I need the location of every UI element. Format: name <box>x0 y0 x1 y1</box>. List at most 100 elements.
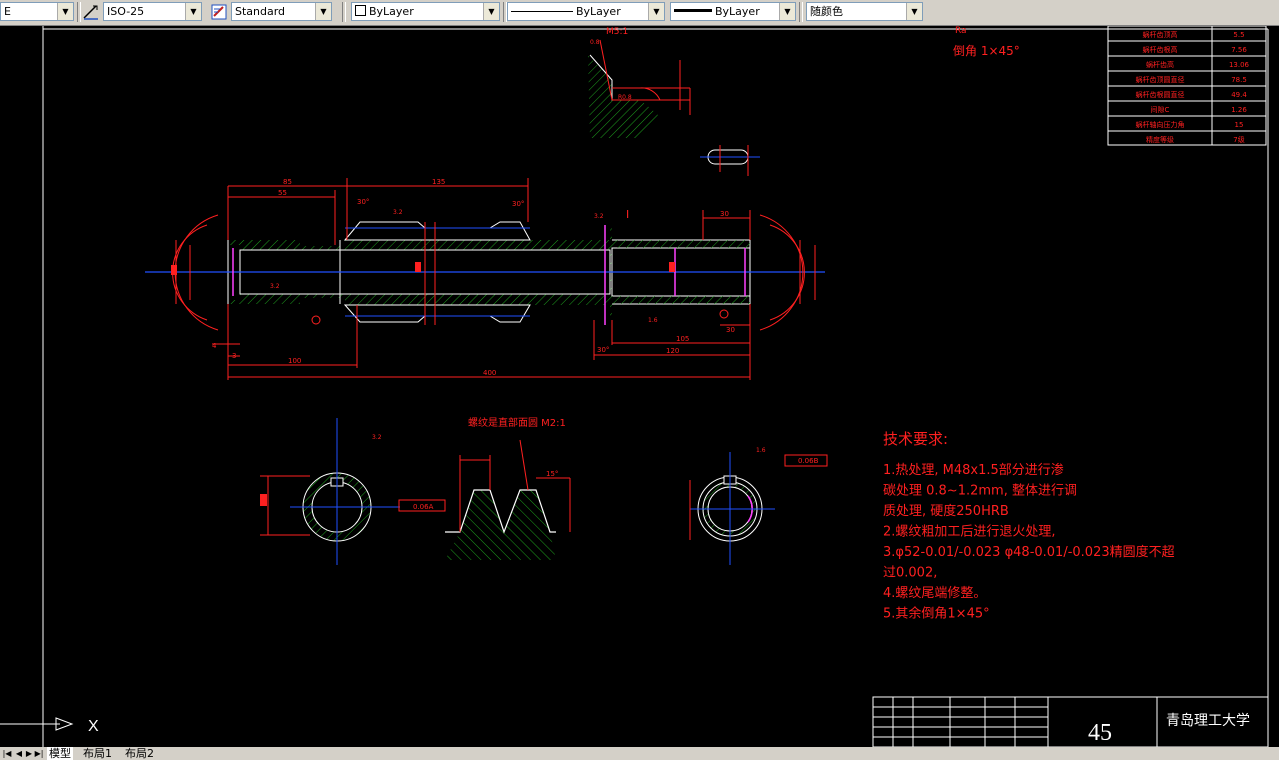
chevron-down-icon[interactable]: ▼ <box>648 3 664 20</box>
param-value: 7.56 <box>1231 46 1247 54</box>
dim-135: 135 <box>432 178 445 186</box>
dim-30-bottom: 30 <box>726 326 735 334</box>
plotstyle-combo-value: 随颜色 <box>810 5 843 18</box>
drawing-canvas[interactable]: M5:1 0.8 R0.8 倒角 1×45° Ra 蜗杆齿顶高 5.5 蜗杆齿根高 7… <box>0 26 1279 747</box>
chevron-down-icon[interactable]: ▼ <box>315 3 331 20</box>
tab-layout1[interactable]: 布局1 <box>81 747 114 760</box>
first-tab-icon[interactable]: |◀ <box>2 747 12 760</box>
angle-30-left: 30° <box>357 198 369 206</box>
tech-req-line: 1.热处理, M48x1.5部分进行渗 <box>883 463 1064 478</box>
layer-combo-value: E <box>4 5 11 18</box>
param-name: 间隙C <box>1151 105 1170 114</box>
shaft-main-view: 85 55 135 30 30° 30° I 3.2 3.2 3.2 1.6 1… <box>145 178 825 380</box>
angle-15: 15° <box>546 470 558 478</box>
dim-30: 30 <box>720 210 729 218</box>
param-name: 蜗杆轴向压力角 <box>1136 120 1185 129</box>
lineweight-combo[interactable]: ByLayer ▼ <box>670 2 796 21</box>
tech-req-line: 2.螺纹粗加工后进行退火处理, <box>883 525 1056 540</box>
dim-85: 85 <box>283 178 292 186</box>
param-value: 7级 <box>1233 135 1244 144</box>
tech-req-line: 质处理, 硬度250HRB <box>883 503 1009 519</box>
dimension-style-icon[interactable] <box>82 3 100 21</box>
tech-req-line: 碳处理 0.8~1.2mm, 整体进行调 <box>883 484 1077 499</box>
lineweight-combo-value: ByLayer <box>715 5 760 18</box>
parameter-table: 蜗杆齿顶高 5.5 蜗杆齿根高 7.56 蜗杆齿高 13.06 蜗杆齿顶圆直径 78.5 蜗杆齿… <box>1107 26 1267 146</box>
section-view-left: 0.06A 3.2 <box>260 418 446 565</box>
svg-text:Ra: Ra <box>955 26 967 36</box>
layer-combo[interactable]: E ▼ <box>0 2 74 21</box>
toolbar-separator <box>77 2 81 22</box>
dim-3: 3 <box>232 352 236 360</box>
param-value: 15 <box>1235 121 1244 129</box>
next-tab-icon[interactable]: ▶ <box>24 747 34 760</box>
linetype-combo[interactable]: ByLayer ▼ <box>507 2 665 21</box>
color-combo[interactable]: ByLayer ▼ <box>351 2 500 21</box>
thread-profile-detail: 螺纹是直部面圆 M2:1 15° <box>445 416 571 560</box>
roughness-16-a: 1.6 <box>648 317 658 324</box>
dim-120: 120 <box>666 347 679 355</box>
tech-req-line: 4.螺纹尾端修整。 <box>883 586 986 601</box>
prev-tab-icon[interactable]: ◀ <box>14 747 24 760</box>
textstyle-combo[interactable]: Standard ▼ <box>231 2 332 21</box>
dim-4: 4 <box>212 342 217 350</box>
chevron-down-icon[interactable]: ▼ <box>779 3 795 20</box>
chamfer-note: 倒角 1×45° <box>953 44 1020 58</box>
color-combo-value: ByLayer <box>369 5 414 18</box>
color-swatch-icon <box>355 5 366 16</box>
param-name: 蜗杆齿顶圆直径 <box>1136 75 1185 84</box>
detail-view-i: M5:1 0.8 R0.8 <box>588 27 691 138</box>
plotstyle-combo[interactable]: 随颜色 ▼ <box>806 2 923 21</box>
tech-req-line: 3.φ52-0.01/-0.023 φ48-0.01/-0.023精圆度不超 <box>883 544 1175 560</box>
param-value: 13.06 <box>1229 61 1250 69</box>
toolbar-separator <box>342 2 346 22</box>
detail-mark-i: I <box>626 208 629 221</box>
school-name: 青岛理工大学 <box>1166 713 1250 729</box>
last-tab-icon[interactable]: ▶| <box>34 747 44 760</box>
tab-layout2[interactable]: 布局2 <box>123 747 156 760</box>
tech-req-title: 技术要求: <box>883 430 948 448</box>
chevron-down-icon[interactable]: ▼ <box>185 3 201 20</box>
param-name: 蜗杆齿根圆直径 <box>1136 90 1185 99</box>
roughness-32-a: 3.2 <box>393 209 403 216</box>
drawing-number: 45 <box>1088 720 1112 746</box>
param-name: 精度等级 <box>1146 135 1174 144</box>
roughness-32-c: 3.2 <box>270 283 280 290</box>
section-view-right: 0.06B 1.6 <box>689 447 828 565</box>
chevron-down-icon[interactable]: ▼ <box>906 3 922 20</box>
roughness-32-d: 3.2 <box>372 434 382 441</box>
scale-label: M5:1 <box>606 27 628 37</box>
layout-tab-bar: |◀ ◀ ▶ ▶| 模型 布局1 布局2 <box>0 747 1279 760</box>
key-symbol <box>700 145 760 176</box>
chevron-down-icon[interactable]: ▼ <box>57 3 73 20</box>
dim-400: 400 <box>483 369 496 377</box>
technical-requirements: 技术要求: 1.热处理, M48x1.5部分进行渗碳处理 0.8~1.2mm, … <box>883 430 1175 622</box>
lineweight-preview-icon <box>674 9 712 12</box>
roughness-16-b: 1.6 <box>756 447 766 454</box>
svg-text:R0.8: R0.8 <box>618 94 632 101</box>
angle-30-right: 30° <box>512 200 524 208</box>
text-style-icon[interactable] <box>210 3 228 21</box>
linetype-combo-value: ByLayer <box>576 5 621 18</box>
param-value: 49.4 <box>1231 91 1247 99</box>
dim-100: 100 <box>288 357 301 365</box>
linetype-preview-icon <box>511 11 573 12</box>
tab-model[interactable]: 模型 <box>47 747 73 760</box>
param-value: 5.5 <box>1233 31 1244 39</box>
param-value: 1.26 <box>1231 106 1247 114</box>
tech-req-line: 5.其余倒角1×45° <box>883 606 990 622</box>
svg-text:0.8: 0.8 <box>590 39 600 46</box>
dim-105: 105 <box>676 335 689 343</box>
param-name: 蜗杆齿顶高 <box>1143 30 1178 39</box>
textstyle-combo-value: Standard <box>235 5 286 18</box>
angle-30-bottom: 30° <box>597 346 609 354</box>
drawing-svg: M5:1 0.8 R0.8 倒角 1×45° Ra 蜗杆齿顶高 5.5 蜗杆齿根高 7… <box>0 26 1269 747</box>
ucs-x-label: X <box>88 718 99 735</box>
section-title: 螺纹是直部面圆 M2:1 <box>468 416 566 429</box>
tolerance-frame-a: 0.06A <box>413 503 434 511</box>
param-name: 蜗杆齿根高 <box>1143 45 1178 54</box>
title-block: 45 青岛理工大学 <box>872 696 1269 747</box>
chevron-down-icon[interactable]: ▼ <box>483 3 499 20</box>
dimstyle-combo[interactable]: ISO-25 ▼ <box>103 2 202 21</box>
param-name: 蜗杆齿高 <box>1146 60 1174 69</box>
toolbar-separator <box>799 2 803 22</box>
